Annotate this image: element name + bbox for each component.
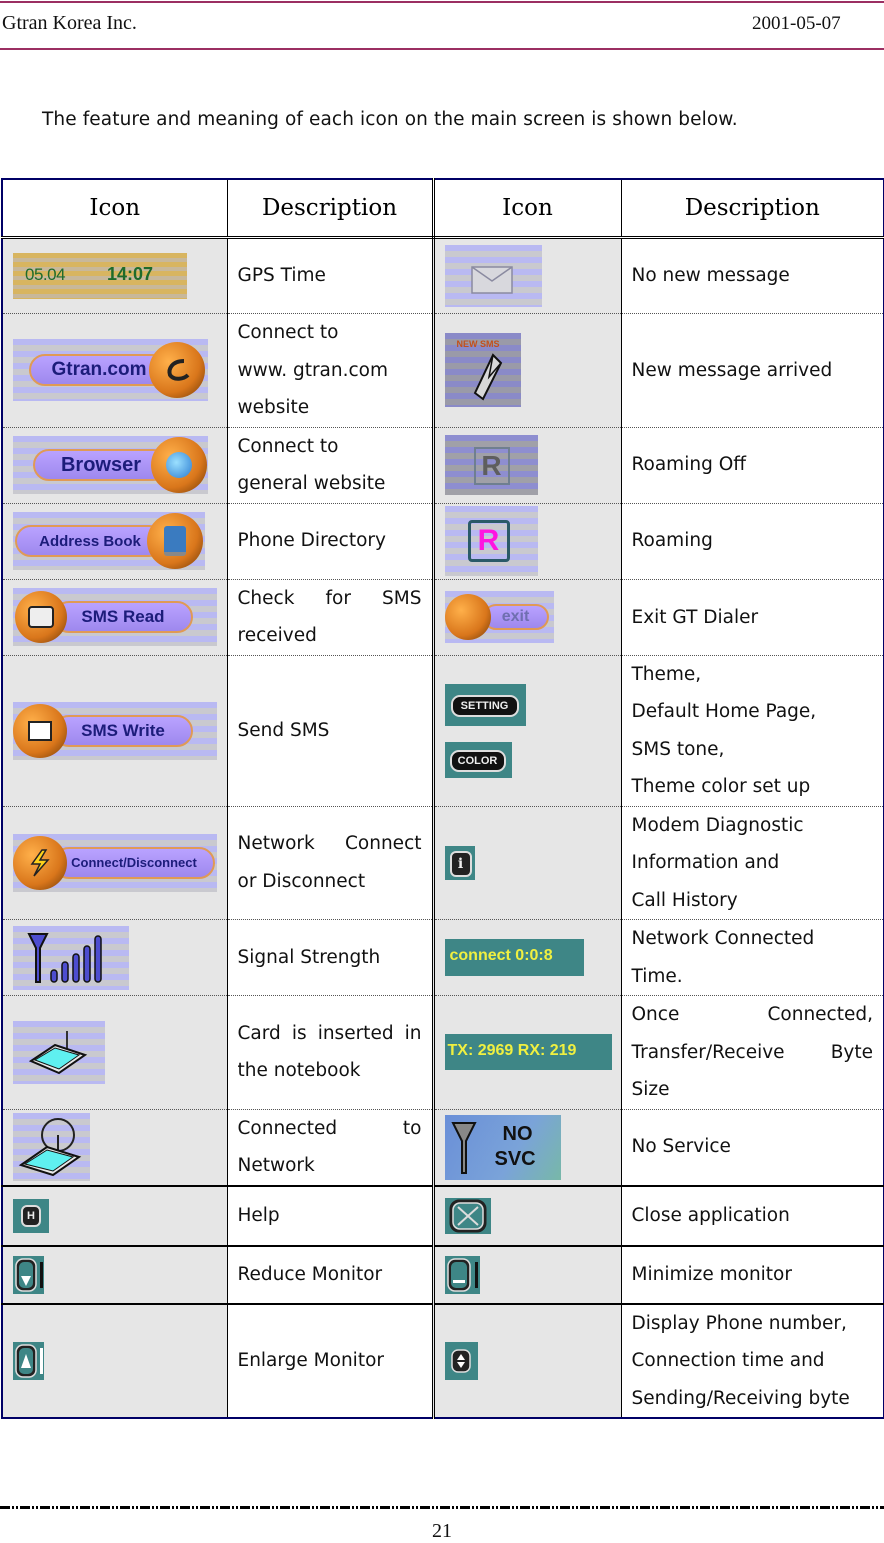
table-row: Browser Connect to general website R Roa… [2, 427, 884, 504]
tx-rx-display-icon: TX: 2969 RX: 219 [444, 1034, 612, 1071]
description-text: Card is inserted in the notebook [227, 995, 435, 1110]
description-text: Phone Directory [227, 503, 435, 580]
description-text: No new message [621, 237, 884, 314]
table-row: Connect/Disconnect Network Connect or Di… [2, 806, 884, 920]
description-text: Once Connected, Transfer/Receive Byte Si… [621, 995, 884, 1110]
description-text: Roaming Off [621, 427, 884, 504]
table-row: Connected to Network NO SVC No Service [2, 1109, 884, 1187]
table-row: SMS Read Check for SMS received exit Exi… [2, 579, 884, 656]
connected-network-icon [13, 1113, 90, 1181]
table-row: Gtran.com Connect to www. gtran.com webs… [2, 313, 884, 428]
column-header-description: Description [621, 179, 884, 239]
description-text: Connected to Network [227, 1109, 435, 1187]
sms-read-button-icon: SMS Read [13, 588, 217, 646]
description-text: Connect to www. gtran.com website [227, 313, 435, 428]
table-row: 05.04 14:07 GPS Time No new message [2, 237, 884, 314]
description-text: Enlarge Monitor [227, 1303, 435, 1418]
description-text: Send SMS [227, 655, 435, 807]
column-header-description: Description [227, 179, 435, 239]
address-book-button-icon: Address Book [13, 512, 205, 570]
browser-button-icon: Browser [13, 436, 208, 494]
icon-description-table: Icon Description Icon Description 05.04 … [1, 178, 884, 1419]
intro-paragraph: The feature and meaning of each icon on … [42, 109, 738, 130]
minimize-monitor-icon [444, 1255, 480, 1294]
table-row: Card is inserted in the notebook TX: 296… [2, 995, 884, 1110]
description-text: Display Phone number, Connection time an… [621, 1303, 884, 1418]
close-icon [444, 1197, 491, 1234]
description-text: Roaming [621, 503, 884, 580]
info-icon: i [444, 845, 475, 880]
signal-strength-icon [13, 925, 129, 990]
table-row: Address Book Phone Directory R Roaming [2, 503, 884, 580]
enlarge-monitor-icon [13, 1341, 44, 1380]
color-button-icon: COLOR [444, 741, 512, 778]
description-text: New message arrived [621, 313, 884, 428]
header-bottom-rule [0, 48, 884, 50]
reduce-monitor-icon [13, 1255, 44, 1294]
help-icon: H [13, 1198, 49, 1233]
description-text: Modem Diagnostic Information and Call Hi… [621, 806, 884, 920]
description-text: Network Connected Time. [621, 919, 884, 996]
envelope-icon [444, 245, 542, 307]
gps-time-display-icon: 05.04 14:07 [13, 253, 187, 299]
description-text: Check for SMS received [227, 579, 435, 656]
connect-disconnect-button-icon: Connect/Disconnect [13, 833, 217, 892]
exit-button-icon: exit [444, 591, 554, 643]
header-top-rule [0, 1, 884, 3]
column-header-icon: Icon [2, 179, 228, 239]
description-text: GPS Time [227, 237, 435, 314]
roaming-off-icon: R [444, 435, 538, 495]
description-text: Close application [621, 1185, 884, 1247]
gtran-com-button-icon: Gtran.com [13, 339, 208, 402]
new-sms-envelope-icon: NEW SMS [444, 333, 521, 408]
table-header-row: Icon Description Icon Description [2, 179, 884, 239]
table-row: Enlarge Monitor Display Phone number, Co… [2, 1303, 884, 1418]
setting-button-icon: SETTING [444, 683, 526, 726]
footer-rule [0, 1506, 884, 1509]
card-inserted-icon [13, 1020, 105, 1084]
description-text: Help [227, 1185, 435, 1247]
description-text: Connect to general website [227, 427, 435, 504]
description-text: Exit GT Dialer [621, 579, 884, 656]
description-text: Theme, Default Home Page, SMS tone, Them… [621, 655, 884, 807]
no-service-icon: NO SVC [444, 1114, 561, 1180]
table-row: Reduce Monitor Minimize monitor [2, 1245, 884, 1305]
document-date: 2001-05-07 [752, 13, 841, 34]
description-text: Reduce Monitor [227, 1245, 435, 1305]
column-header-icon: Icon [433, 179, 622, 239]
display-toggle-icon [444, 1341, 478, 1380]
company-name: Gtran Korea Inc. [2, 12, 137, 34]
description-text: Network Connect or Disconnect [227, 806, 435, 920]
table-row: Signal Strength connect 0:0:8 Network Co… [2, 919, 884, 996]
table-row: H Help Close application [2, 1185, 884, 1247]
table-row: SMS Write Send SMS SETTING COLOR Theme, … [2, 655, 884, 807]
roaming-icon: R [444, 506, 538, 576]
connect-time-display-icon: connect 0:0:8 [444, 939, 584, 976]
description-text: Minimize monitor [621, 1245, 884, 1305]
description-text: No Service [621, 1109, 884, 1187]
description-text: Signal Strength [227, 919, 435, 996]
sms-write-button-icon: SMS Write [13, 701, 217, 760]
